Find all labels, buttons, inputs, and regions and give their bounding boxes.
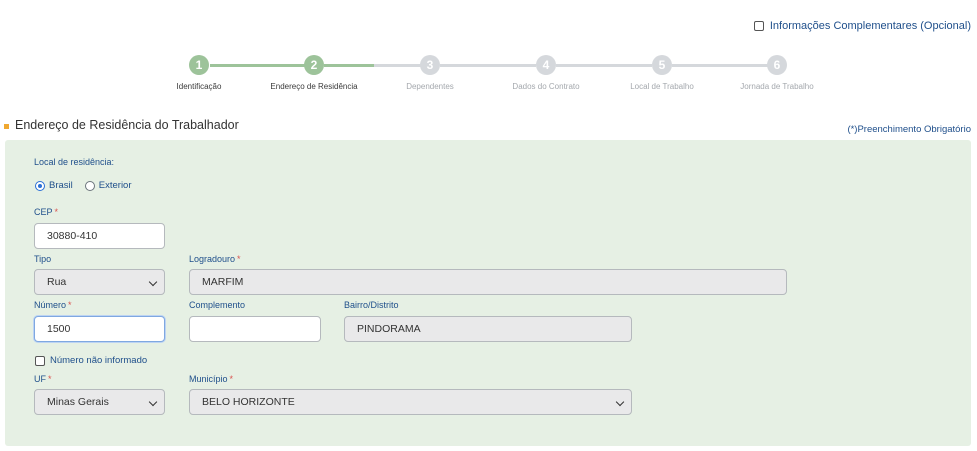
radio-brasil[interactable] [35, 180, 45, 191]
step-identificacao[interactable]: 1 Identificação [139, 55, 259, 91]
uf-label-text: UF [34, 374, 46, 384]
numero-label: Número * [34, 300, 72, 310]
logradouro-input[interactable]: MARFIM [189, 269, 787, 295]
municipio-label-text: Município [189, 374, 228, 384]
numero-nao-informado-label: Número não informado [50, 355, 148, 366]
section-title: Endereço de Residência do Trabalhador [15, 118, 239, 132]
optional-info-checkbox[interactable]: Informações Complementares (Opcional) [753, 20, 971, 32]
bairro-input[interactable]: PINDORAMA [344, 316, 632, 342]
residence-label: Local de residência: [34, 157, 115, 167]
step-number: 1 [189, 55, 209, 75]
cep-label-text: CEP [34, 207, 53, 217]
uf-label: UF * [34, 374, 52, 384]
step-jornada-trabalho[interactable]: 6 Jornada de Trabalho [717, 55, 837, 91]
required-note: (*)Preenchimento Obrigatório [847, 124, 971, 135]
checkbox-icon[interactable] [35, 355, 45, 366]
step-number: 2 [304, 55, 324, 75]
step-label: Local de Trabalho [630, 82, 694, 91]
step-dependentes[interactable]: 3 Dependentes [370, 55, 490, 91]
optional-info-label: Informações Complementares (Opcional) [769, 20, 971, 32]
uf-value: Minas Gerais [47, 396, 109, 408]
chevron-down-icon [148, 277, 158, 287]
cep-input[interactable]: 30880-410 [34, 223, 165, 249]
step-number: 4 [536, 55, 556, 75]
radio-exterior[interactable] [84, 180, 95, 191]
required-mark: * [54, 207, 59, 217]
numero-label-text: Número [34, 300, 67, 310]
step-dados-contrato[interactable]: 4 Dados do Contrato [486, 55, 606, 91]
step-number: 3 [420, 55, 440, 75]
step-label: Endereço de Residência [270, 82, 358, 91]
bairro-label: Bairro/Distrito [344, 300, 399, 310]
municipio-value: BELO HORIZONTE [202, 396, 295, 408]
logradouro-label-text: Logradouro [189, 254, 236, 264]
radio-brasil-label[interactable]: Brasil [49, 180, 73, 191]
section-header: Endereço de Residência do Trabalhador (*… [4, 118, 971, 135]
numero-input[interactable]: 1500 [34, 316, 165, 342]
progress-stepper: 1 Identificação 2 Endereço de Residência… [0, 55, 977, 95]
step-local-trabalho[interactable]: 5 Local de Trabalho [602, 55, 722, 91]
municipio-label: Município * [189, 374, 233, 384]
step-label: Jornada de Trabalho [740, 82, 814, 91]
section-bullet-icon [4, 124, 9, 129]
complemento-label: Complemento [189, 300, 246, 310]
step-number: 6 [767, 55, 787, 75]
required-mark: * [68, 300, 72, 310]
uf-select[interactable]: Minas Gerais [34, 389, 165, 415]
step-number: 5 [652, 55, 672, 75]
step-label: Dados do Contrato [512, 82, 580, 91]
step-endereco[interactable]: 2 Endereço de Residência [254, 55, 374, 91]
tipo-value: Rua [47, 276, 67, 288]
numero-nao-informado-checkbox[interactable]: Número não informado [35, 355, 147, 366]
radio-exterior-label[interactable]: Exterior [99, 180, 132, 191]
step-label: Dependentes [406, 82, 454, 91]
address-form-panel: Local de residência: Brasil Exterior CEP… [5, 140, 971, 446]
required-mark: * [48, 374, 52, 384]
chevron-down-icon [148, 397, 158, 407]
complemento-input[interactable] [189, 316, 321, 342]
municipio-select[interactable]: BELO HORIZONTE [189, 389, 632, 415]
tipo-label: Tipo [34, 254, 52, 264]
tipo-select[interactable]: Rua [34, 269, 165, 295]
chevron-down-icon [615, 397, 625, 407]
residence-radio-group: Brasil Exterior [35, 180, 144, 191]
cep-label: CEP * [34, 207, 58, 217]
required-mark: * [237, 254, 241, 264]
step-label: Identificação [176, 82, 222, 91]
required-mark: * [229, 374, 234, 384]
logradouro-label: Logradouro * [189, 254, 241, 264]
checkbox-icon[interactable] [753, 21, 764, 31]
